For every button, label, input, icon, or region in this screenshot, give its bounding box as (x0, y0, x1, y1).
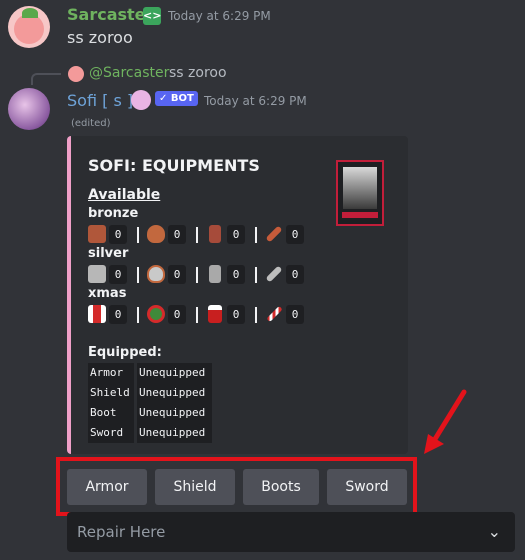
timestamp: Today at 6:29 PM (168, 9, 271, 23)
armor-button[interactable]: Armor (67, 469, 147, 505)
repair-select[interactable]: Repair Here ⌄ (67, 512, 515, 552)
separator (137, 307, 139, 323)
tier-label-silver: silver (88, 246, 129, 261)
boots-button[interactable]: Boots (243, 469, 319, 505)
message-text: ss zoroo (67, 28, 133, 47)
xmas-sword-icon (266, 305, 283, 323)
equip-slot: Sword (88, 423, 134, 443)
silver-shield-icon (147, 265, 165, 283)
equip-slot: Boot (88, 403, 134, 423)
separator (255, 267, 257, 283)
separator (196, 307, 198, 323)
separator (255, 307, 257, 323)
equip-value: Unequipped (137, 383, 212, 403)
item-count: 0 (286, 225, 304, 244)
item-count: 0 (109, 265, 127, 284)
chevron-down-icon: ⌄ (487, 522, 501, 541)
edited-label: (edited) (71, 118, 111, 129)
card-thumbnail[interactable] (336, 160, 384, 226)
equipment-embed: SOFI: EQUIPMENTS Available bronze 0 0 0 … (67, 136, 408, 454)
equip-slot: Armor (88, 363, 134, 383)
separator (196, 267, 198, 283)
xmas-boot-icon (208, 305, 222, 323)
tier-label-bronze: bronze (88, 206, 139, 221)
equipped-heading: Equipped: (88, 345, 162, 360)
xmas-shield-icon (147, 305, 165, 323)
select-placeholder: Repair Here (77, 523, 166, 541)
available-heading: Available (88, 187, 161, 203)
equip-value: Unequipped (137, 363, 212, 383)
bronze-boot-icon (209, 225, 221, 243)
equip-value: Unequipped (137, 423, 212, 443)
reply-connector (31, 73, 61, 85)
separator (137, 227, 139, 243)
item-count: 0 (109, 305, 127, 324)
bronze-armor-icon (88, 225, 106, 243)
dev-badge-icon[interactable]: <> (143, 7, 161, 25)
annotation-arrow-icon (424, 389, 467, 454)
item-count: 0 (109, 225, 127, 244)
separator (137, 267, 139, 283)
item-count: 0 (168, 265, 186, 284)
xmas-armor-icon (88, 305, 106, 323)
tier-label-xmas: xmas (88, 286, 127, 301)
bot-tag: ✓ BOT (155, 91, 198, 106)
item-count: 0 (227, 305, 245, 324)
reply-text[interactable]: ss zoroo (169, 65, 227, 81)
reply-avatar[interactable] (68, 66, 84, 82)
message-sarcaster: Sarcaster <> Today at 6:29 PM ss zoroo (0, 0, 525, 62)
role-icon (131, 90, 151, 110)
username[interactable]: Sofi [ s ] (67, 91, 133, 110)
embed-title: SOFI: EQUIPMENTS (88, 156, 260, 175)
item-count: 0 (168, 225, 186, 244)
bronze-shield-icon (147, 225, 165, 243)
silver-armor-icon (88, 265, 106, 283)
avatar[interactable] (8, 88, 50, 130)
silver-boot-icon (209, 265, 221, 283)
reply-username[interactable]: @Sarcaster (89, 65, 169, 81)
item-count: 0 (168, 305, 186, 324)
item-count: 0 (227, 225, 245, 244)
item-count: 0 (286, 265, 304, 284)
avatar[interactable] (8, 6, 50, 48)
silver-sword-icon (265, 265, 283, 283)
item-count: 0 (286, 305, 304, 324)
separator (255, 227, 257, 243)
item-count: 0 (227, 265, 245, 284)
equip-slot: Shield (88, 383, 134, 403)
sword-button[interactable]: Sword (327, 469, 407, 505)
separator (196, 227, 198, 243)
timestamp: Today at 6:29 PM (204, 94, 307, 108)
bronze-sword-icon (265, 225, 283, 243)
shield-button[interactable]: Shield (155, 469, 235, 505)
equip-value: Unequipped (137, 403, 212, 423)
username[interactable]: Sarcaster (67, 5, 153, 24)
